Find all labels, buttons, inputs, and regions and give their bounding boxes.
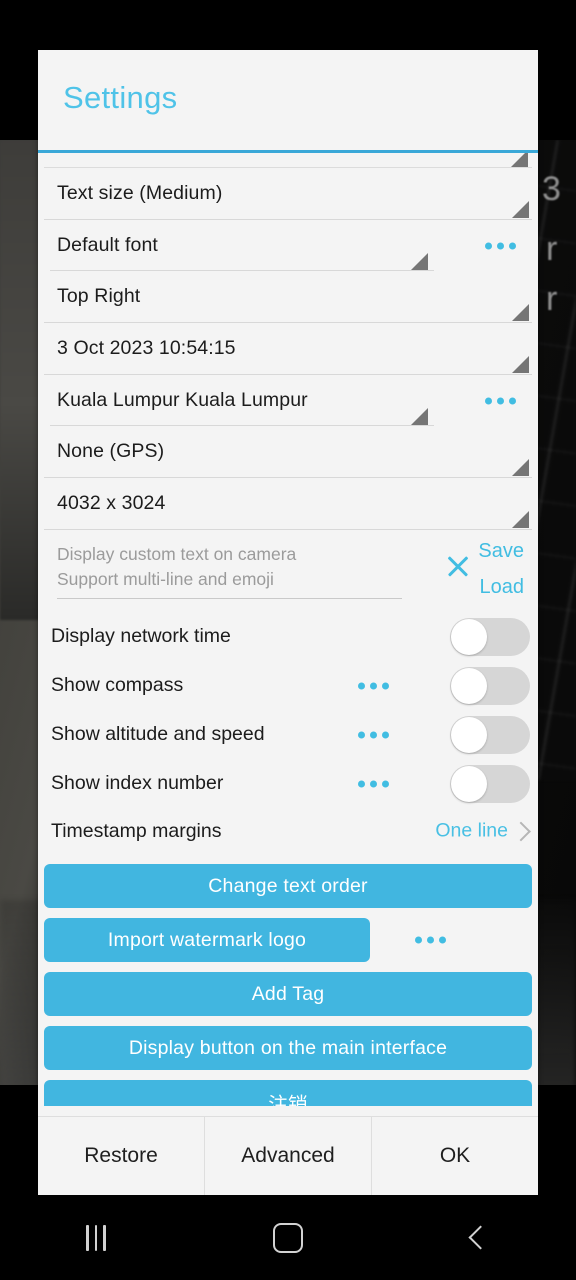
- spinner-value: 4032 x 3024: [57, 492, 166, 514]
- toggle-label: Display network time: [51, 625, 231, 647]
- restore-button[interactable]: Restore: [38, 1117, 204, 1195]
- custom-text-placeholder-line1: Display custom text on camera: [57, 544, 297, 564]
- close-icon[interactable]: [444, 552, 472, 580]
- toggle-switch[interactable]: [450, 617, 530, 656]
- timestamp-margins-value: One line: [435, 819, 508, 842]
- spinner-value: Default font: [57, 234, 158, 256]
- dialog-header: Settings: [38, 50, 538, 150]
- overflow-menu-icon[interactable]: [358, 682, 389, 689]
- toggle-knob: [451, 765, 487, 802]
- overflow-menu-icon[interactable]: [415, 936, 446, 944]
- overflow-menu-icon[interactable]: [358, 731, 389, 738]
- toggle-label: Show compass: [51, 674, 184, 696]
- nav-back-button[interactable]: [384, 1225, 576, 1250]
- advanced-button[interactable]: Advanced: [205, 1117, 371, 1195]
- overflow-menu-icon[interactable]: [485, 242, 516, 249]
- spinner-value: 3 Oct 2023 10:54:15: [57, 337, 236, 359]
- background-ghost-text-3: r: [546, 280, 559, 318]
- dropdown-triangle-icon: [512, 304, 529, 321]
- background-ghost-text-1: 3: [542, 170, 562, 208]
- dropdown-triangle-icon: [411, 408, 428, 425]
- nav-home-button[interactable]: [192, 1222, 384, 1253]
- overflow-menu-icon[interactable]: [358, 780, 389, 787]
- spinner-row[interactable]: 4032 x 3024: [44, 478, 532, 530]
- save-text-button[interactable]: Save: [478, 540, 524, 563]
- toggle-row[interactable]: Show altitude and speed: [44, 710, 532, 759]
- custom-text-placeholder-line2: Support multi-line and emoji: [57, 569, 274, 589]
- spinner-list: Text size (Medium) Default font Top Right 3…: [38, 168, 538, 530]
- toggle-switch[interactable]: [450, 715, 530, 754]
- nav-recents-button[interactable]: [0, 1224, 192, 1251]
- timestamp-margins-row[interactable]: Timestamp margins One line: [44, 808, 532, 854]
- settings-dialog: Settings Text size (Medium) Default font T…: [38, 50, 538, 1195]
- load-text-button[interactable]: Load: [480, 576, 525, 599]
- action-button[interactable]: Add Tag: [44, 972, 532, 1016]
- action-button[interactable]: Import watermark logo: [44, 918, 370, 962]
- settings-scroll-area[interactable]: Text size (Medium) Default font Top Right 3…: [38, 153, 538, 1106]
- spinner-value: Top Right: [57, 285, 141, 307]
- dropdown-triangle-icon: [511, 153, 528, 167]
- timestamp-margins-label: Timestamp margins: [51, 819, 222, 842]
- spinner-row[interactable]: 3 Oct 2023 10:54:15: [44, 323, 532, 375]
- dropdown-triangle-icon: [512, 459, 529, 476]
- action-button[interactable]: Change text order: [44, 864, 532, 908]
- timestamp-margins-value-group: One line: [435, 820, 532, 843]
- action-button-row: Change text order: [44, 864, 532, 908]
- spinner-row[interactable]: Text size (Medium): [44, 168, 532, 220]
- toggle-knob: [451, 618, 487, 655]
- toggle-label: Show altitude and speed: [51, 723, 265, 745]
- clipped-spinner-row[interactable]: [44, 153, 532, 168]
- home-icon: [273, 1222, 303, 1253]
- toggle-switch[interactable]: [450, 666, 530, 705]
- phone-screen: 3 r r Settings Text size (Medium) Default…: [0, 0, 576, 1280]
- spinner-row[interactable]: Top Right: [44, 271, 532, 323]
- page-title: Settings: [63, 80, 178, 115]
- action-button-row: Add Tag: [44, 972, 532, 1016]
- dropdown-triangle-icon: [411, 253, 428, 270]
- recents-icon: [86, 1224, 106, 1251]
- dropdown-triangle-icon: [512, 356, 529, 373]
- action-button[interactable]: Display button on the main interface: [44, 1026, 532, 1070]
- spinner-value: None (GPS): [57, 440, 165, 462]
- toggle-label: Show index number: [51, 772, 224, 794]
- spinner-value: Kuala Lumpur Kuala Lumpur: [57, 389, 308, 411]
- spinner-row[interactable]: Kuala Lumpur Kuala Lumpur: [44, 375, 538, 426]
- chevron-right-icon: [511, 821, 531, 841]
- spinner-row[interactable]: Default font: [44, 220, 538, 271]
- toggle-switch[interactable]: [450, 764, 530, 803]
- toggle-list: Display network time Show compass Show alt…: [38, 612, 538, 808]
- action-button-row: Import watermark logo: [44, 918, 532, 962]
- action-button[interactable]: 注销: [44, 1080, 532, 1106]
- action-button-row: Display button on the main interface: [44, 1026, 532, 1070]
- spinner-row[interactable]: None (GPS): [44, 426, 532, 478]
- action-button-row: 注销: [44, 1080, 532, 1106]
- spinner-value: Text size (Medium): [57, 182, 223, 204]
- overflow-menu-icon[interactable]: [485, 397, 516, 404]
- custom-text-input[interactable]: Display custom text on camera Support mu…: [57, 542, 402, 599]
- back-icon: [467, 1225, 493, 1250]
- toggle-row[interactable]: Show index number: [44, 759, 532, 808]
- toggle-row[interactable]: Show compass: [44, 661, 532, 710]
- dropdown-triangle-icon: [512, 201, 529, 218]
- action-button-list: Change text order Import watermark logo Ad…: [38, 864, 538, 1106]
- background-ghost-text-2: r: [546, 230, 559, 268]
- toggle-knob: [451, 667, 487, 704]
- custom-text-block: Display custom text on camera Support mu…: [44, 536, 532, 612]
- android-navigation-bar: [0, 1195, 576, 1280]
- toggle-knob: [451, 716, 487, 753]
- toggle-row[interactable]: Display network time: [44, 612, 532, 661]
- dialog-footer: Restore Advanced OK: [38, 1116, 538, 1195]
- ok-button[interactable]: OK: [372, 1117, 538, 1195]
- dropdown-triangle-icon: [512, 511, 529, 528]
